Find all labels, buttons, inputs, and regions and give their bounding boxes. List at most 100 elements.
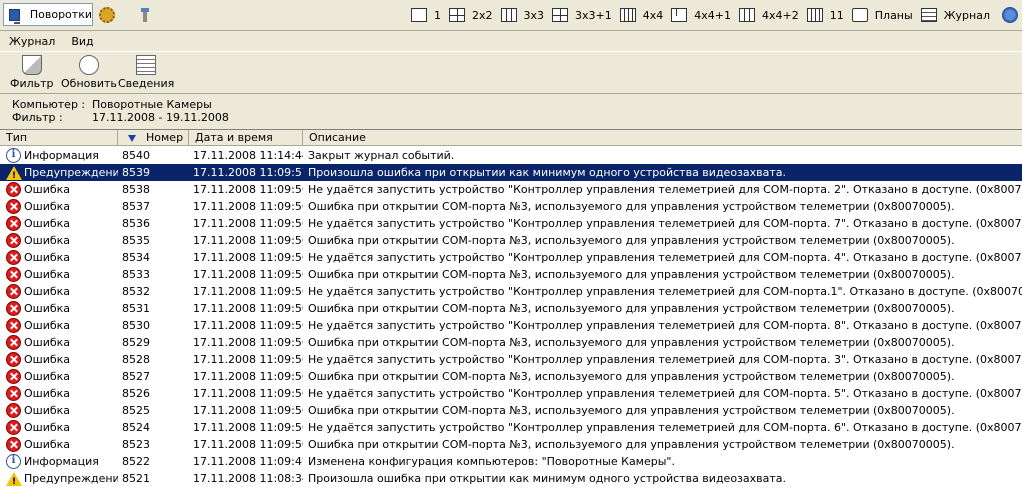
computer-info: Компьютер : Поворотные Камеры xyxy=(12,98,212,111)
cell-description: Не удаётся запустить устройство "Контрол… xyxy=(308,353,1022,366)
filter-button[interactable]: Фильтр xyxy=(10,55,54,91)
error-icon xyxy=(6,335,21,350)
table-row[interactable]: Ошибка 8532 17.11.2008 11:09:56 Не удаётся … xyxy=(0,283,1022,300)
layout-4x4-button[interactable]: 4x4 xyxy=(619,8,663,22)
grid-2x2-icon xyxy=(449,8,466,22)
layout-3x3-button[interactable]: 3x3 xyxy=(500,8,544,22)
sort-down-arrow-icon xyxy=(128,135,136,142)
layout-1-button[interactable]: 1 xyxy=(411,8,441,22)
cell-datetime: 17.11.2008 11:09:56 xyxy=(193,183,303,196)
table-row[interactable]: Ошибка 8527 17.11.2008 11:09:56 Ошибка при … xyxy=(0,368,1022,385)
table-row[interactable]: Ошибка 8534 17.11.2008 11:09:56 Не удаётся … xyxy=(0,249,1022,266)
layout-11-button[interactable]: 11 xyxy=(806,8,844,22)
table-row[interactable]: Ошибка 8537 17.11.2008 11:09:56 Ошибка при … xyxy=(0,198,1022,215)
table-row[interactable]: Ошибка 8536 17.11.2008 11:09:56 Не удаётся … xyxy=(0,215,1022,232)
cell-number: 8522 xyxy=(122,455,150,468)
table-body: Информация 8540 17.11.2008 11:14:44 Закрыт … xyxy=(0,147,1022,487)
cell-type: Ошибка xyxy=(0,385,118,402)
menu-bar: Журнал Вид xyxy=(0,32,1022,50)
cell-number: 8528 xyxy=(122,353,150,366)
filter-icon xyxy=(21,55,42,75)
error-icon xyxy=(6,386,21,401)
grid-4x4-icon xyxy=(619,8,636,22)
table-row[interactable]: Ошибка 8533 17.11.2008 11:09:56 Ошибка при … xyxy=(0,266,1022,283)
cell-description: Ошибка при открытии COM-порта №3, исполь… xyxy=(308,268,955,281)
table-row[interactable]: Ошибка 8525 17.11.2008 11:09:56 Ошибка при … xyxy=(0,402,1022,419)
table-row[interactable]: Ошибка 8531 17.11.2008 11:09:56 Ошибка при … xyxy=(0,300,1022,317)
cell-datetime: 17.11.2008 11:14:44 xyxy=(193,149,303,162)
settings-gear-icon[interactable] xyxy=(99,7,115,23)
plans-button[interactable]: Планы xyxy=(851,8,913,22)
cell-type: Ошибка xyxy=(0,232,118,249)
cell-number: 8540 xyxy=(122,149,150,162)
cell-description: Не удаётся запустить устройство "Контрол… xyxy=(308,319,1022,332)
info-icon xyxy=(6,148,21,163)
layout-4x4-plus2-button[interactable]: 4x4+2 xyxy=(739,8,799,22)
computer-value: Поворотные Камеры xyxy=(92,98,212,111)
filter-info: Фильтр : 17.11.2008 - 19.11.2008 xyxy=(12,111,229,124)
details-button[interactable]: Сведения xyxy=(118,55,174,91)
grid-11-icon xyxy=(806,8,823,22)
table-row[interactable]: Ошибка 8529 17.11.2008 11:09:56 Ошибка при … xyxy=(0,334,1022,351)
cell-type: Ошибка xyxy=(0,249,118,266)
refresh-button[interactable]: Обновить xyxy=(61,55,117,91)
plans-icon xyxy=(851,8,868,22)
column-description[interactable]: Описание xyxy=(303,130,1022,145)
cell-type: Ошибка xyxy=(0,436,118,453)
cell-description: Закрыт журнал событий. xyxy=(308,149,455,162)
column-number[interactable]: Номер xyxy=(118,130,189,145)
cell-description: Произошла ошибка при открытии как миниму… xyxy=(308,166,787,179)
cell-number: 8530 xyxy=(122,319,150,332)
error-icon xyxy=(6,267,21,282)
table-row[interactable]: Ошибка 8530 17.11.2008 11:09:56 Не удаётся … xyxy=(0,317,1022,334)
table-row[interactable]: Ошибка 8523 17.11.2008 11:09:56 Ошибка при … xyxy=(0,436,1022,453)
table-row[interactable]: Ошибка 8535 17.11.2008 11:09:56 Ошибка при … xyxy=(0,232,1022,249)
info-icon xyxy=(6,454,21,469)
menu-journal[interactable]: Журнал xyxy=(0,35,62,48)
error-icon xyxy=(6,352,21,367)
column-type[interactable]: Тип xyxy=(0,130,118,145)
layout-3x3-plus1-button[interactable]: 3x3+1 xyxy=(552,8,612,22)
warning-icon xyxy=(6,165,22,181)
cell-number: 8531 xyxy=(122,302,150,315)
cell-number: 8525 xyxy=(122,404,150,417)
cell-type: Ошибка xyxy=(0,181,118,198)
error-icon xyxy=(6,284,21,299)
error-icon xyxy=(6,437,21,452)
journal-button[interactable]: Журнал xyxy=(920,8,990,22)
cell-description: Ошибка при открытии COM-порта №3, исполь… xyxy=(308,438,955,451)
cell-number: 8535 xyxy=(122,234,150,247)
cell-datetime: 17.11.2008 11:09:56 xyxy=(193,370,303,383)
cell-description: Не удаётся запустить устройство "Контрол… xyxy=(308,421,1022,434)
table-row[interactable]: Ошибка 8526 17.11.2008 11:09:56 Не удаётся … xyxy=(0,385,1022,402)
cell-description: Ошибка при открытии COM-порта №3, исполь… xyxy=(308,200,955,213)
cell-datetime: 17.11.2008 11:09:56 xyxy=(193,234,303,247)
layout-4x4-plus1-button[interactable]: 4x4+1 xyxy=(671,8,731,22)
wrench-icon[interactable] xyxy=(138,7,152,23)
cell-datetime: 17.11.2008 11:09:56 xyxy=(193,251,303,264)
error-icon xyxy=(6,250,21,265)
cell-type: Ошибка xyxy=(0,283,118,300)
table-row[interactable]: Ошибка 8528 17.11.2008 11:09:56 Не удаётся … xyxy=(0,351,1022,368)
column-datetime[interactable]: Дата и время xyxy=(189,130,303,145)
table-row[interactable]: Ошибка 8524 17.11.2008 11:09:56 Не удаётся … xyxy=(0,419,1022,436)
cell-number: 8536 xyxy=(122,217,150,230)
menu-view[interactable]: Вид xyxy=(62,35,100,48)
cell-datetime: 17.11.2008 11:09:56 xyxy=(193,387,303,400)
table-row[interactable]: Предупреждение 8539 17.11.2008 11:09:57 Про… xyxy=(0,164,1022,181)
cell-description: Ошибка при открытии COM-порта №3, исполь… xyxy=(308,234,955,247)
cell-datetime: 17.11.2008 11:09:47 xyxy=(193,455,303,468)
cell-number: 8523 xyxy=(122,438,150,451)
cell-type: Ошибка xyxy=(0,198,118,215)
cell-type: Ошибка xyxy=(0,334,118,351)
app-logo-icon[interactable] xyxy=(1002,7,1018,23)
table-row[interactable]: Информация 8540 17.11.2008 11:14:44 Закрыт … xyxy=(0,147,1022,164)
cell-description: Ошибка при открытии COM-порта №3, исполь… xyxy=(308,336,955,349)
table-row[interactable]: Предупреждение 8521 17.11.2008 11:08:34 Про… xyxy=(0,470,1022,487)
layout-2x2-button[interactable]: 2x2 xyxy=(449,8,493,22)
cell-datetime: 17.11.2008 11:09:56 xyxy=(193,217,303,230)
table-row[interactable]: Информация 8522 17.11.2008 11:09:47 Изменен… xyxy=(0,453,1022,470)
table-row[interactable]: Ошибка 8538 17.11.2008 11:09:56 Не удаётся … xyxy=(0,181,1022,198)
camera-group-button[interactable]: Поворотки xyxy=(3,3,93,26)
cell-type: Предупреждение xyxy=(0,470,118,487)
